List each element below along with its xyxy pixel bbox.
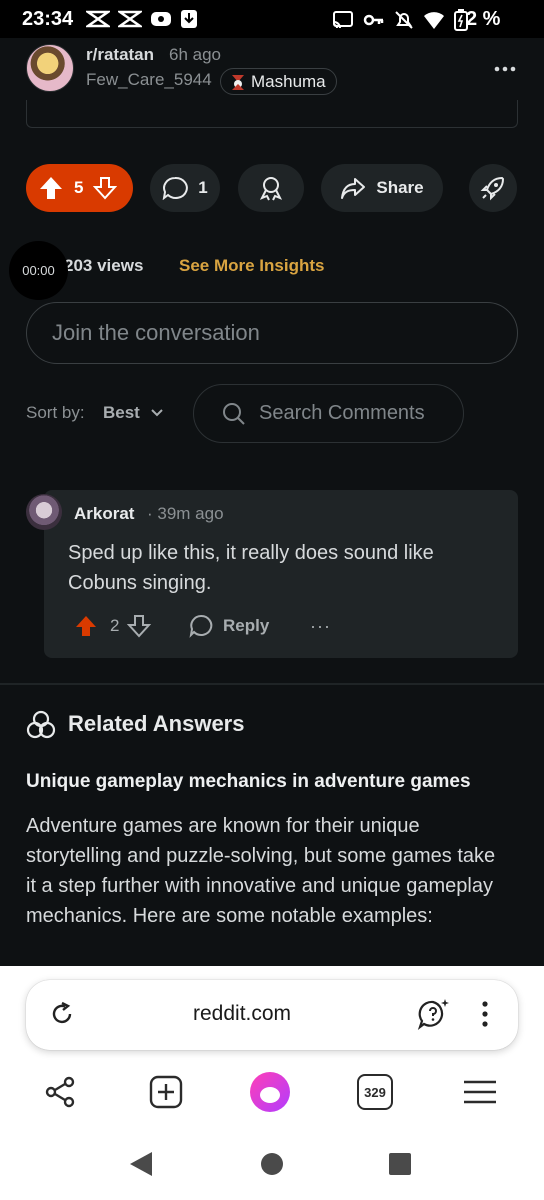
capcut-icon xyxy=(86,10,110,28)
upvote-icon[interactable] xyxy=(38,175,64,201)
share-icon[interactable] xyxy=(42,1074,78,1110)
status-system-icons xyxy=(332,9,468,31)
post-body-container xyxy=(26,100,518,128)
user-flair: Mashuma xyxy=(220,68,337,95)
search-comments-placeholder: Search Comments xyxy=(259,402,425,424)
join-conversation-input[interactable]: Join the conversation xyxy=(26,302,518,364)
upvote-icon[interactable] xyxy=(74,614,98,638)
browser-menu-kebab-icon[interactable] xyxy=(481,1000,489,1028)
cast-icon xyxy=(333,11,353,29)
capcut-icon xyxy=(118,10,142,28)
comment-text: Sped up like this, it really does sound … xyxy=(68,542,434,594)
reply-label: Reply xyxy=(223,616,270,635)
post-time: 6h ago xyxy=(169,45,221,64)
vote-control: 5 xyxy=(26,164,133,212)
comment-time: · 39m ago xyxy=(147,504,224,523)
vpn-key-icon xyxy=(363,14,384,26)
status-time: 23:34 xyxy=(22,8,74,30)
ai-assistant-icon[interactable] xyxy=(417,997,451,1031)
view-count: 203 views xyxy=(64,256,144,275)
comment-vote-control: 2 xyxy=(74,614,152,638)
share-button[interactable]: Share xyxy=(321,164,443,212)
alice-assistant-icon[interactable] xyxy=(248,1070,292,1114)
sort-dropdown[interactable]: Best xyxy=(103,403,164,423)
tabs-count-button[interactable]: 329 xyxy=(357,1074,393,1110)
commenter-avatar[interactable] xyxy=(26,494,62,530)
back-triangle-icon[interactable] xyxy=(128,1150,154,1178)
flair-label: Mashuma xyxy=(251,71,326,91)
hamburger-menu-icon[interactable] xyxy=(462,1074,498,1110)
home-circle-icon[interactable] xyxy=(259,1151,285,1177)
mute-bell-icon xyxy=(395,11,413,29)
search-comments-input[interactable]: Search Comments xyxy=(193,384,464,443)
video-timer-overlay[interactable]: 00:00 xyxy=(9,241,68,300)
award-icon xyxy=(259,177,283,201)
see-more-insights-link[interactable]: See More Insights xyxy=(179,256,324,276)
downvote-icon[interactable] xyxy=(93,176,118,200)
subreddit-avatar[interactable] xyxy=(26,44,74,92)
comment-author[interactable]: Arkorat xyxy=(74,504,134,524)
post-overflow-menu-icon[interactable] xyxy=(493,60,517,78)
related-answer-body: Adventure games are known for their uniq… xyxy=(26,815,496,927)
comment-bubble-icon xyxy=(162,176,189,200)
comment-score: 2 xyxy=(110,616,120,635)
comment-bubble-icon xyxy=(189,614,213,638)
vote-count: 5 xyxy=(74,178,84,197)
recents-square-icon[interactable] xyxy=(387,1151,413,1177)
download-icon xyxy=(181,10,197,28)
sort-value: Best xyxy=(103,403,140,422)
subreddit-name[interactable]: r/ratatan xyxy=(86,45,154,65)
reload-icon[interactable] xyxy=(48,1000,76,1028)
search-icon xyxy=(223,402,245,425)
wifi-icon xyxy=(424,12,444,29)
url-text[interactable]: reddit.com xyxy=(193,1002,291,1026)
related-answer-title[interactable]: Unique gameplay mechanics in adventure g… xyxy=(26,771,471,793)
rocket-icon xyxy=(480,176,505,201)
share-arrow-icon xyxy=(341,178,366,199)
join-conversation-placeholder: Join the conversation xyxy=(52,320,260,345)
chevron-down-icon xyxy=(151,409,163,417)
screen-record-icon xyxy=(151,12,171,26)
comment-more-button[interactable]: ··· xyxy=(310,616,331,637)
share-label: Share xyxy=(376,178,424,197)
new-tab-icon[interactable] xyxy=(148,1074,184,1110)
award-button[interactable] xyxy=(238,164,304,212)
flair-emoji-icon xyxy=(232,74,244,90)
reply-button[interactable]: Reply xyxy=(189,614,269,638)
comments-button[interactable]: 1 xyxy=(150,164,220,212)
battery-percent: 2 % xyxy=(466,8,501,30)
answers-logo-icon xyxy=(26,710,56,739)
downvote-icon[interactable] xyxy=(127,614,152,638)
status-notification-icons xyxy=(86,9,198,29)
boost-button[interactable] xyxy=(469,164,517,212)
comment-count: 1 xyxy=(198,178,208,197)
related-answers-heading: Related Answers xyxy=(68,711,245,736)
section-divider xyxy=(0,683,544,685)
post-author[interactable]: Few_Care_5944 xyxy=(86,70,212,90)
sort-label: Sort by: xyxy=(26,403,85,422)
